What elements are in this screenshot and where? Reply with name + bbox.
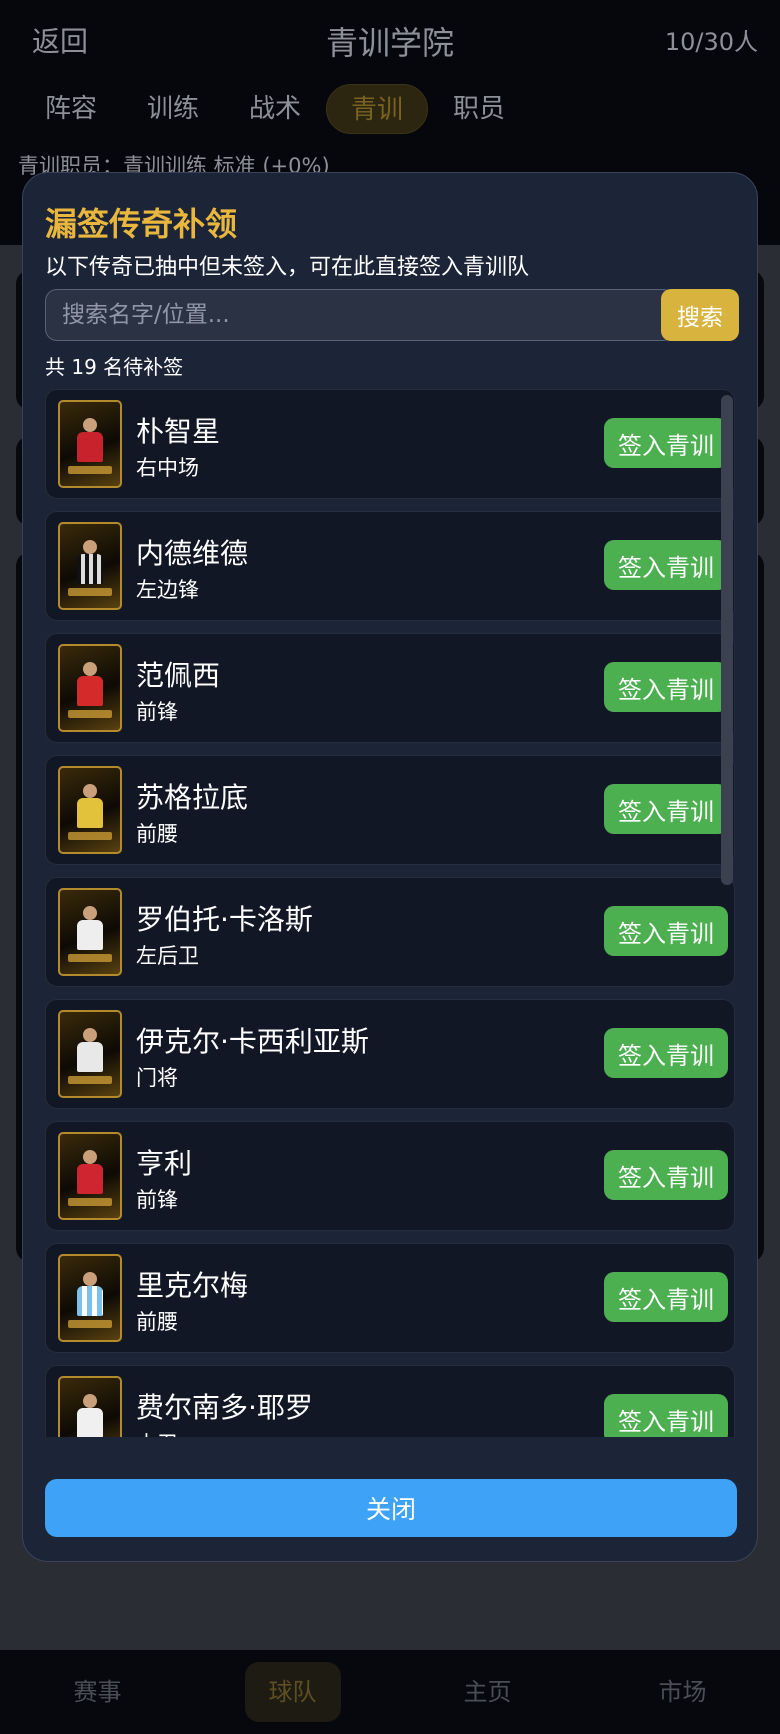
player-card-image — [58, 522, 122, 610]
list-item: 里克尔梅 前腰 签入青训 — [45, 1243, 735, 1353]
player-position: 门将 — [136, 1066, 178, 1090]
list-item: 苏格拉底 前腰 签入青训 — [45, 755, 735, 865]
player-card-image — [58, 888, 122, 976]
player-name: 苏格拉底 — [136, 781, 249, 814]
player-list[interactable]: 朴智星 右中场 签入青训 内德维德 左边锋 签入青训 范佩西 前锋 签入青训 苏… — [45, 389, 737, 1437]
player-name: 亨利 — [136, 1147, 193, 1180]
list-item: 朴智星 右中场 签入青训 — [45, 389, 735, 499]
bottom-nav: 赛事 球队 主页 市场 — [0, 1650, 780, 1734]
player-card-image — [58, 644, 122, 732]
player-position: 前腰 — [136, 1310, 178, 1334]
page-title: 青训学院 — [325, 24, 454, 62]
tab-youth[interactable]: 青训 — [326, 84, 428, 134]
player-name: 朴智星 — [136, 415, 221, 448]
sign-youth-button[interactable]: 签入青训 — [604, 906, 728, 956]
sign-youth-button[interactable]: 签入青训 — [604, 784, 728, 834]
list-scrollbar[interactable] — [721, 395, 733, 885]
nav-matches[interactable]: 赛事 — [50, 1662, 146, 1722]
player-position: 前锋 — [136, 700, 178, 724]
player-card-image — [58, 400, 122, 488]
player-card-image — [58, 1132, 122, 1220]
player-position: 左边锋 — [136, 578, 199, 602]
player-name: 罗伯托·卡洛斯 — [136, 903, 313, 936]
sign-youth-button[interactable]: 签入青训 — [604, 418, 728, 468]
modal-title: 漏签传奇补领 — [45, 205, 238, 243]
list-item: 费尔南多·耶罗 中卫 签入青训 — [45, 1365, 735, 1437]
sign-youth-button[interactable]: 签入青训 — [604, 1150, 728, 1200]
legend-claim-modal: 漏签传奇补领 以下传奇已抽中但未签入，可在此直接签入青训队 搜索 共 19 名待… — [22, 172, 758, 1562]
player-name: 费尔南多·耶罗 — [136, 1391, 313, 1424]
tab-bar: 阵容 训练 战术 青训 职员 — [20, 84, 530, 134]
sign-youth-button[interactable]: 签入青训 — [604, 1028, 728, 1078]
player-position: 右中场 — [136, 456, 199, 480]
list-item: 罗伯托·卡洛斯 左后卫 签入青训 — [45, 877, 735, 987]
tab-staff[interactable]: 职员 — [428, 84, 530, 134]
player-name: 伊克尔·卡西利亚斯 — [136, 1025, 369, 1058]
player-position: 前锋 — [136, 1188, 178, 1212]
list-item: 范佩西 前锋 签入青训 — [45, 633, 735, 743]
close-button[interactable]: 关闭 — [45, 1479, 737, 1537]
sign-youth-button[interactable]: 签入青训 — [604, 662, 728, 712]
player-name: 里克尔梅 — [136, 1269, 249, 1302]
list-item: 亨利 前锋 签入青训 — [45, 1121, 735, 1231]
search-button[interactable]: 搜索 — [661, 289, 739, 341]
player-position: 前腰 — [136, 822, 178, 846]
player-name: 范佩西 — [136, 659, 221, 692]
list-item: 内德维德 左边锋 签入青训 — [45, 511, 735, 621]
nav-team[interactable]: 球队 — [244, 1662, 341, 1722]
member-count: 10/30人 — [664, 28, 758, 56]
player-card-image — [58, 1010, 122, 1098]
sign-youth-button[interactable]: 签入青训 — [604, 540, 728, 590]
sign-youth-button[interactable]: 签入青训 — [604, 1272, 728, 1322]
player-position: 左后卫 — [136, 944, 199, 968]
sign-youth-button[interactable]: 签入青训 — [604, 1394, 728, 1437]
player-name: 内德维德 — [136, 537, 249, 570]
tab-training[interactable]: 训练 — [122, 84, 224, 134]
pending-count: 共 19 名待补签 — [45, 355, 184, 379]
search-input[interactable] — [45, 289, 675, 341]
tab-lineup[interactable]: 阵容 — [20, 84, 122, 134]
player-card-image — [58, 1376, 122, 1437]
player-card-image — [58, 766, 122, 854]
modal-subtitle: 以下传奇已抽中但未签入，可在此直接签入青训队 — [45, 255, 530, 280]
player-position: 中卫 — [136, 1428, 178, 1437]
nav-market[interactable]: 市场 — [635, 1662, 731, 1722]
player-card-image — [58, 1254, 122, 1342]
nav-home[interactable]: 主页 — [440, 1662, 536, 1722]
list-item: 伊克尔·卡西利亚斯 门将 签入青训 — [45, 999, 735, 1109]
tab-tactics[interactable]: 战术 — [224, 84, 326, 134]
